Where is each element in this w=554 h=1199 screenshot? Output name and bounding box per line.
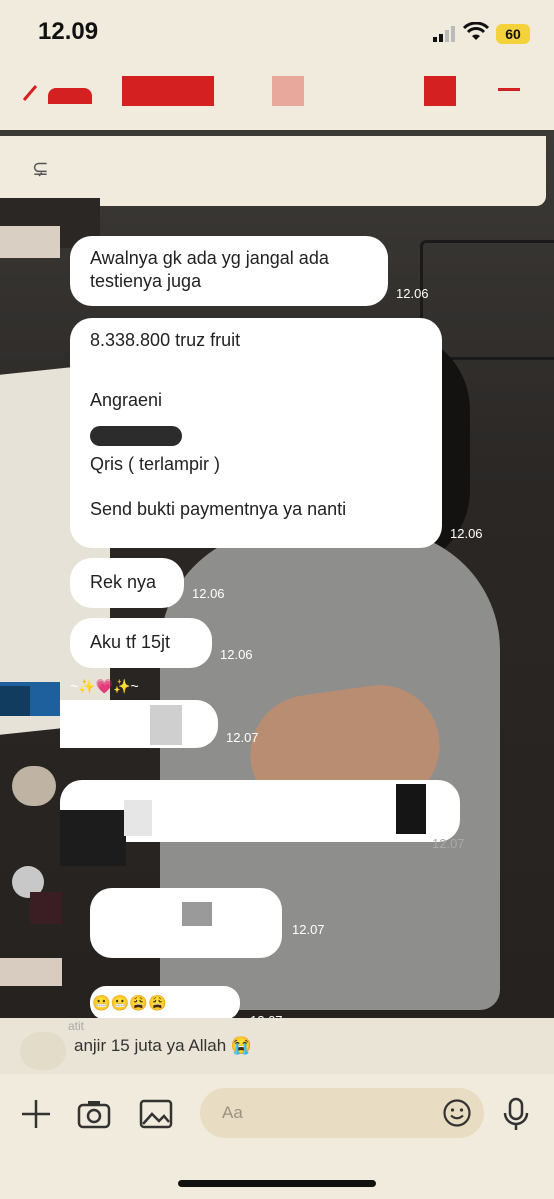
redaction-pixel [150,705,182,745]
camera-icon[interactable] [76,1096,112,1132]
menu-icon[interactable] [498,88,520,91]
redaction-pixel [60,810,126,866]
announcement-icon: ⊊ [32,158,49,180]
wifi-icon [463,22,489,40]
chat-header [0,64,554,130]
redacted-block [272,76,304,106]
redacted-block [122,76,214,106]
redacted-avatar [0,686,30,716]
status-bar: 12.09 60 [0,0,554,64]
redaction-pixel [124,800,152,836]
message-text: Awalnya gk ada yg jangal ada testienya j… [90,248,329,291]
message-text: Rek nya [90,572,157,592]
redaction-pixel [396,784,426,834]
image-icon[interactable] [138,1096,174,1132]
message-line: Send bukti paymentnya ya nanti [90,499,347,519]
redaction-pixel [30,892,62,924]
emoji-row: 😬😬😩😩 [92,995,167,1012]
redacted-avatar [0,226,60,258]
redaction-pixel [182,902,212,926]
redacted-block [48,88,92,104]
avatar [12,766,56,806]
battery-level: 60 [505,26,521,42]
cellular-signal-icon [433,26,455,42]
message-line [90,352,422,375]
reply-preview[interactable]: atit anjir 15 juta ya Allah 😭 [0,1018,554,1074]
status-time: 12.09 [38,18,99,45]
avatar [20,1032,66,1070]
preview-sender: atit [68,1019,85,1033]
message-time: 12.06 [192,586,225,601]
message-input[interactable]: Aa [200,1088,484,1138]
message-bubble[interactable]: Aku tf 15jt [70,618,212,668]
redacted-message [60,700,218,748]
message-time: 12.07 [292,922,325,937]
redacted-block [424,76,456,106]
back-icon[interactable] [20,84,40,104]
message-line: Angraeni [90,390,163,410]
redacted-line [90,426,182,446]
message-line: 8.338.800 truz fruit [90,330,241,350]
avatar [0,958,62,986]
message-time: 12.06 [396,286,429,301]
message-time: 12.07 [226,730,259,745]
message-time: 12.06 [450,526,483,541]
message-bubble[interactable]: 8.338.800 truz fruit Angraeni Qris ( ter… [70,318,442,548]
battery-indicator: 60 [496,24,530,44]
message-time: 12.06 [220,647,253,662]
plus-icon[interactable] [18,1096,54,1132]
microphone-icon[interactable] [498,1096,534,1132]
sender-name: ~✨💗✨~ [70,678,139,694]
message-bubble[interactable]: Awalnya gk ada yg jangal ada testienya j… [70,236,388,306]
pinned-notice[interactable]: ⊊ [0,136,546,206]
message-text: Aku tf 15jt [90,632,171,652]
message-time: 12.07 [432,836,465,851]
message-bubble[interactable]: Rek nya [70,558,184,608]
message-line: Qris ( terlampir ) [90,454,220,474]
input-placeholder: Aa [222,1103,243,1122]
emoji-icon[interactable] [442,1098,472,1128]
home-indicator [178,1180,376,1187]
preview-text: anjir 15 juta ya Allah 😭 [74,1036,253,1055]
